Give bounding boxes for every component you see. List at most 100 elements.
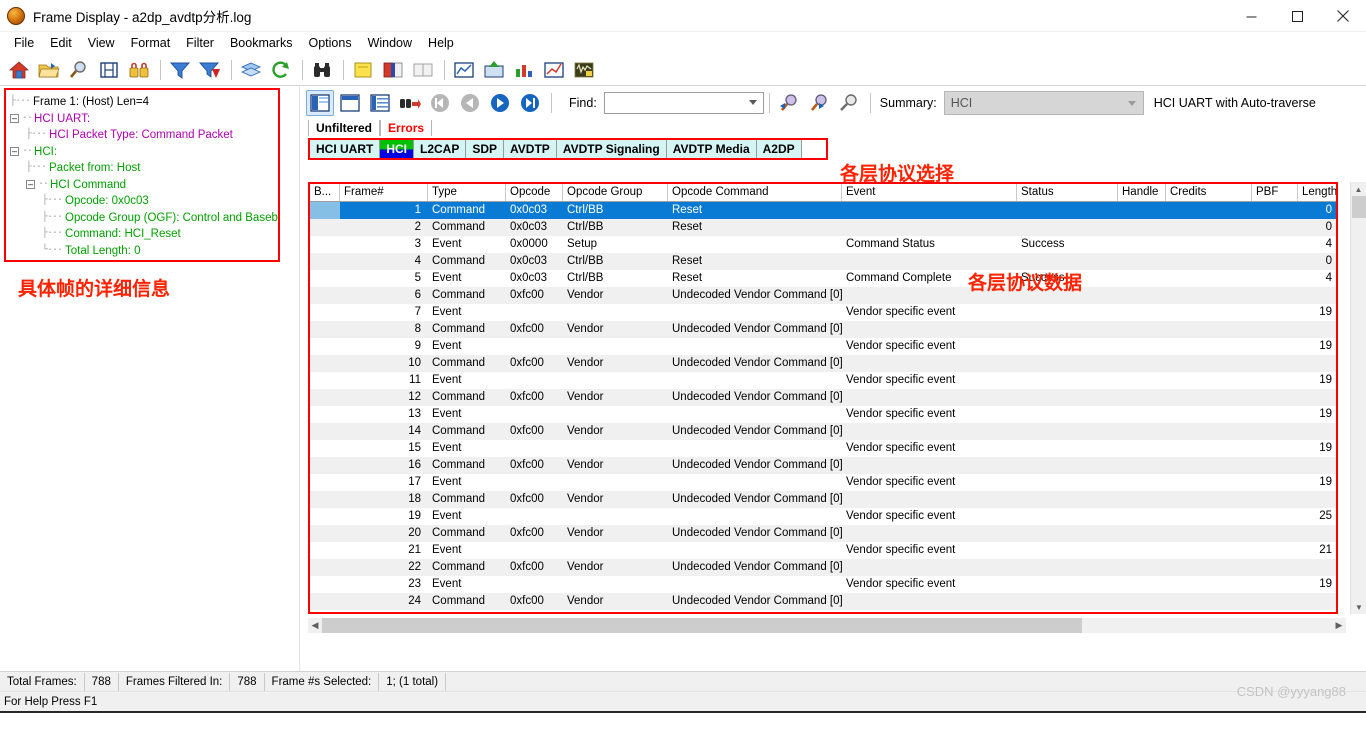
split-view-icon[interactable]: [306, 90, 334, 116]
table-row[interactable]: 16 Command 0xfc00 Vendor Undecoded Vendor Co…: [310, 457, 1336, 474]
grid-vertical-scrollbar[interactable]: ▲ ▼: [1350, 182, 1366, 614]
open-folder-icon[interactable]: [35, 57, 63, 83]
tree-collapse-icon[interactable]: –: [10, 114, 19, 124]
table-row[interactable]: 8 Command 0xfc00 Vendor Undecoded Vendor Com…: [310, 321, 1336, 338]
table-row[interactable]: 6 Command 0xfc00 Vendor Undecoded Vendor Com…: [310, 287, 1336, 304]
menu-item-format[interactable]: Format: [123, 34, 179, 52]
table-row[interactable]: 19EventVendor specific event252: [310, 508, 1336, 525]
tree-node[interactable]: ├··· Opcode: 0x0c03: [10, 193, 274, 210]
protocol-tab-sdp[interactable]: SDP: [466, 140, 505, 158]
protocol-tab-a2dp[interactable]: A2DP: [756, 140, 802, 158]
grid-column-header[interactable]: Length: [1298, 184, 1336, 201]
tree-node[interactable]: – ·· HCI:: [10, 144, 274, 161]
summary-select[interactable]: HCI: [943, 91, 1144, 115]
magnifier-icon[interactable]: [65, 57, 93, 83]
tree-node[interactable]: ├··· HCI Packet Type: Command Packet: [10, 127, 274, 144]
chevron-down-icon[interactable]: [1127, 101, 1136, 106]
table-row[interactable]: 15EventVendor specific event192: [310, 440, 1336, 457]
tree-node[interactable]: └··· Total Length: 0: [10, 243, 274, 260]
export-chart-icon[interactable]: [480, 57, 508, 83]
vertical-scroll-thumb[interactable]: [1352, 196, 1366, 218]
protocol-tab-l2cap[interactable]: L2CAP: [414, 140, 467, 158]
menu-item-view[interactable]: View: [80, 34, 123, 52]
table-row[interactable]: 14 Command 0xfc00 Vendor Undecoded Vendor Co…: [310, 423, 1336, 440]
table-row[interactable]: 22 Command 0xfc00 Vendor Undecoded Vendor Co…: [310, 559, 1336, 576]
tree-node[interactable]: ├··· Command: HCI_Reset: [10, 226, 274, 243]
tree-node[interactable]: ├··· Frame 1: (Host) Len=4: [10, 94, 274, 111]
home-icon[interactable]: [5, 57, 33, 83]
frame-detail-tree[interactable]: ├··· Frame 1: (Host) Len=4– ·· HCI UART: ├··…: [4, 88, 280, 262]
close-icon[interactable]: [1320, 0, 1366, 32]
grid-body[interactable]: 1 Command 0x0c03 Ctrl/BB Reset 0 4 2 Command 0x0c…: [310, 202, 1336, 612]
grid-column-header[interactable]: PBF: [1252, 184, 1298, 201]
scroll-up-icon[interactable]: ▲: [1351, 182, 1366, 196]
scroll-down-icon[interactable]: ▼: [1351, 600, 1366, 614]
filter-down-icon[interactable]: [196, 57, 224, 83]
table-row[interactable]: 12 Command 0xfc00 Vendor Undecoded Vendor Co…: [310, 389, 1336, 406]
search-back-icon[interactable]: [775, 90, 803, 116]
menu-item-file[interactable]: File: [6, 34, 42, 52]
table-row[interactable]: 4Command0x0c03Ctrl/BBReset04: [310, 253, 1336, 270]
grid-column-header[interactable]: Opcode Group: [563, 184, 668, 201]
table-row[interactable]: 1Command0x0c03Ctrl/BBReset04: [310, 202, 1336, 219]
grid-column-header[interactable]: Opcode Command: [668, 184, 842, 201]
grid-column-header[interactable]: Frame#: [340, 184, 428, 201]
table-row[interactable]: 24 Command 0xfc00 Vendor Undecoded Vendor Co…: [310, 593, 1336, 610]
scroll-right-icon[interactable]: ▶: [1332, 620, 1346, 631]
menu-item-window[interactable]: Window: [360, 34, 420, 52]
tree-collapse-icon[interactable]: –: [10, 147, 19, 157]
table-row[interactable]: 10 Command 0xfc00 Vendor Undecoded Vendor Co…: [310, 355, 1336, 372]
refresh-icon[interactable]: [267, 57, 295, 83]
lock-pair-icon[interactable]: [125, 57, 153, 83]
scroll-left-icon[interactable]: ◀: [308, 620, 322, 631]
book-open-icon[interactable]: [379, 57, 407, 83]
tree-node[interactable]: ├··· Packet from: Host: [10, 160, 274, 177]
frame-ruler-icon[interactable]: [95, 57, 123, 83]
table-row[interactable]: 25EventVendor specific event192: [310, 610, 1336, 612]
grid-column-header[interactable]: Opcode: [506, 184, 563, 201]
find-next-icon[interactable]: [396, 90, 424, 116]
book-closed-icon[interactable]: [409, 57, 437, 83]
last-frame-icon[interactable]: [516, 90, 544, 116]
tree-node[interactable]: – ·· HCI Command: [10, 177, 274, 194]
grid-column-header[interactable]: Handle: [1118, 184, 1166, 201]
tree-node[interactable]: – ·· HCI UART:: [10, 111, 274, 128]
table-row[interactable]: 18 Command 0xfc00 Vendor Undecoded Vendor Co…: [310, 491, 1336, 508]
tab-errors[interactable]: Errors: [380, 120, 433, 136]
minimize-icon[interactable]: [1228, 0, 1274, 32]
filter-icon[interactable]: [166, 57, 194, 83]
detail-list-icon[interactable]: [366, 90, 394, 116]
chevron-down-icon[interactable]: [748, 100, 757, 105]
binoculars-icon[interactable]: [308, 57, 336, 83]
protocol-tab-avdtp-media[interactable]: AVDTP Media: [666, 140, 757, 158]
grid-column-header[interactable]: Status: [1017, 184, 1118, 201]
prev-frame-icon[interactable]: [456, 90, 484, 116]
menu-item-edit[interactable]: Edit: [42, 34, 80, 52]
table-row[interactable]: 13EventVendor specific event192: [310, 406, 1336, 423]
menu-item-bookmarks[interactable]: Bookmarks: [222, 34, 301, 52]
table-row[interactable]: 21EventVendor specific event212: [310, 542, 1336, 559]
single-pane-icon[interactable]: [336, 90, 364, 116]
table-row[interactable]: 20 Command 0xfc00 Vendor Undecoded Vendor Co…: [310, 525, 1336, 542]
horizontal-scroll-track[interactable]: [322, 618, 1332, 633]
protocol-tab-avdtp[interactable]: AVDTP: [504, 140, 557, 158]
grid-column-header[interactable]: Type: [428, 184, 506, 201]
table-row[interactable]: 7EventVendor specific event192: [310, 304, 1336, 321]
find-input[interactable]: [603, 92, 764, 114]
table-row[interactable]: 9EventVendor specific event192: [310, 338, 1336, 355]
bar-chart-icon[interactable]: [510, 57, 538, 83]
menu-item-help[interactable]: Help: [420, 34, 462, 52]
next-frame-icon[interactable]: [486, 90, 514, 116]
trend-chart-icon[interactable]: [540, 57, 568, 83]
first-frame-icon[interactable]: [426, 90, 454, 116]
tab-unfiltered[interactable]: Unfiltered: [308, 120, 381, 136]
grid-horizontal-scrollbar[interactable]: ◀ ▶: [308, 618, 1346, 633]
search-forward-icon[interactable]: [805, 90, 833, 116]
table-row[interactable]: 23EventVendor specific event192: [310, 576, 1336, 593]
table-row[interactable]: 17EventVendor specific event192: [310, 474, 1336, 491]
table-row[interactable]: 3Event0x0000SetupCommand StatusSuccess47: [310, 236, 1336, 253]
protocol-tab-hci-uart[interactable]: HCI UART: [310, 140, 381, 158]
waveform-es-icon[interactable]: [570, 57, 598, 83]
grid-column-header[interactable]: Event: [842, 184, 1017, 201]
menu-item-options[interactable]: Options: [300, 34, 359, 52]
